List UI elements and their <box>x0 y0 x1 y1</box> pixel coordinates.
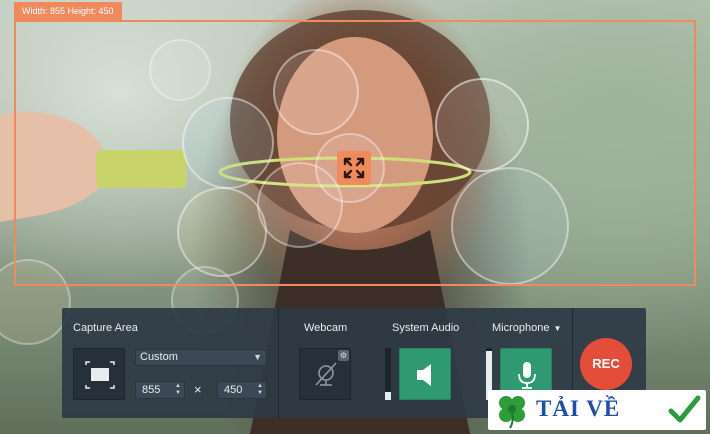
times-symbol: × <box>194 382 202 397</box>
height-input[interactable]: 450 ▲ ▼ <box>217 381 267 399</box>
expand-arrows-icon[interactable] <box>337 151 371 185</box>
height-stepper-icon[interactable]: ▲ ▼ <box>257 383 263 397</box>
toolbar-divider <box>278 308 279 418</box>
capture-size-label: Width: 855 Height: 450 <box>14 2 122 20</box>
gear-icon[interactable]: ⚙ <box>338 350 349 361</box>
screen-area-icon <box>85 361 115 389</box>
webcam-title: Webcam <box>304 322 348 334</box>
clover-icon <box>499 396 525 429</box>
system-audio-level-fill <box>385 392 391 400</box>
capture-mode-value: Custom <box>140 351 178 363</box>
rec-button[interactable]: REC <box>580 338 632 390</box>
checkmark-icon <box>668 395 701 423</box>
width-stepper-icon[interactable]: ▲ ▼ <box>175 383 181 397</box>
capture-area-button[interactable] <box>73 348 125 400</box>
width-value: 855 <box>142 384 161 396</box>
chevron-down-icon: ▼ <box>253 352 262 362</box>
watermark-text: TẢI VỀ <box>536 396 621 421</box>
system-audio-level-meter <box>385 348 391 400</box>
height-value: 450 <box>224 384 243 396</box>
microphone-title: Microphone <box>492 322 550 334</box>
microphone-dropdown[interactable]: Microphone ▼ <box>492 322 561 334</box>
chevron-down-icon: ▼ <box>553 324 562 333</box>
system-audio-title: System Audio <box>392 322 460 334</box>
width-input[interactable]: 855 ▲ ▼ <box>135 381 185 399</box>
watermark-logo: TẢI VỀ <box>488 390 706 430</box>
speaker-icon <box>417 364 431 386</box>
capture-area-title: Capture Area <box>73 322 138 334</box>
webcam-button[interactable]: ⚙ <box>299 348 351 400</box>
system-audio-button[interactable] <box>399 348 451 400</box>
capture-mode-dropdown[interactable]: Custom ▼ <box>135 349 267 366</box>
